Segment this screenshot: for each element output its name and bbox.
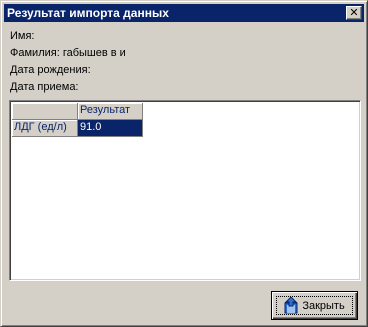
close-button[interactable]: Закрыть <box>271 291 358 320</box>
grid-value-cell[interactable]: 91.0 <box>78 120 143 137</box>
grid-corner-cell <box>12 103 78 120</box>
window-close-button[interactable]: ✕ <box>346 6 362 20</box>
results-grid[interactable]: Результат ЛДГ (ед/л) 91.0 <box>9 100 361 281</box>
window-title: Результат импорта данных <box>7 6 169 20</box>
door-exit-icon <box>284 296 298 314</box>
row-header-ldg[interactable]: ЛДГ (ед/л) <box>12 120 78 137</box>
surname-label: Фамилия: габышев в и <box>10 47 126 59</box>
admission-date-label: Дата приема: <box>10 81 79 93</box>
close-icon: ✕ <box>349 6 359 19</box>
name-label: Имя: <box>10 30 35 42</box>
import-result-dialog: Результат импорта данных ✕ Имя: Фамилия:… <box>0 0 368 327</box>
column-header-result[interactable]: Результат <box>78 103 143 120</box>
close-button-label: Закрыть <box>302 299 345 312</box>
birthdate-label: Дата рождения: <box>10 64 91 76</box>
title-bar[interactable]: Результат импорта данных ✕ <box>4 4 364 22</box>
